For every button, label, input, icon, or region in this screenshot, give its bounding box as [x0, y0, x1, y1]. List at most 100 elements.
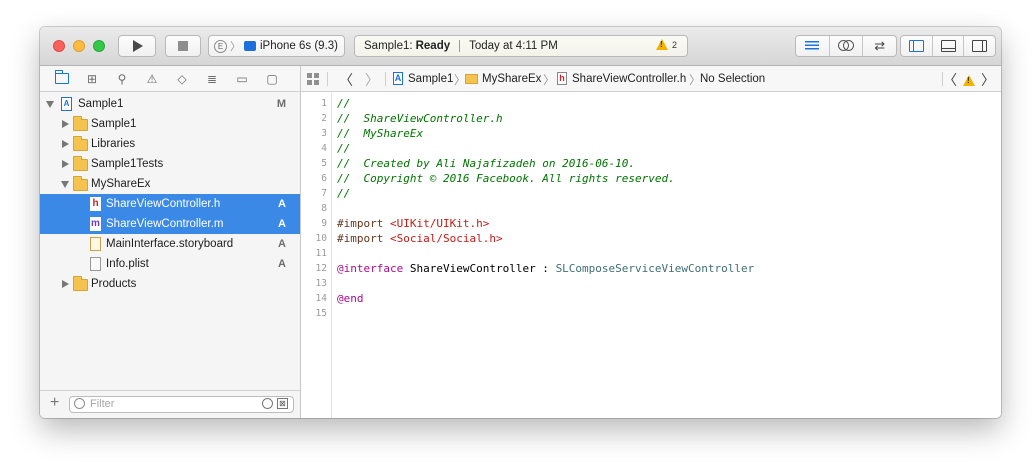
code-line[interactable]: 11 [301, 246, 1001, 261]
device-icon [244, 41, 256, 51]
previous-issue-icon[interactable]: 〈 [943, 70, 957, 90]
code-line[interactable]: 4 // [301, 141, 1001, 156]
disclosure-closed-icon[interactable] [62, 119, 69, 128]
warnings-indicator[interactable]: 2 [655, 39, 677, 50]
line-number: 15 [315, 308, 327, 319]
breadcrumb-symbol[interactable]: No Selection [700, 72, 765, 86]
toggle-navigator-button[interactable] [901, 36, 933, 56]
code-line[interactable]: 1 // [301, 96, 1001, 111]
tree-row-folder[interactable]: Libraries [40, 134, 300, 154]
tab-report-navigator[interactable]: ▢ [262, 70, 282, 88]
related-items-icon[interactable] [307, 73, 319, 85]
code-line[interactable]: 13 [301, 276, 1001, 291]
next-issue-icon[interactable]: 〉 [981, 70, 995, 90]
tree-row-folder[interactable]: MyShareEx [40, 174, 300, 194]
file-tree: A Sample1 M Sample1 Libraries Sample1Tes… [40, 94, 300, 294]
standard-editor-button[interactable] [796, 36, 830, 56]
disclosure-closed-icon[interactable] [62, 159, 69, 168]
tab-project-navigator[interactable] [52, 70, 72, 88]
jump-bar-divider [385, 72, 386, 86]
breadcrumb-group[interactable]: MyShareEx [482, 72, 541, 86]
tab-symbol-navigator[interactable]: ⊞ [82, 70, 102, 88]
code-line[interactable]: 10 #import <Social/Social.h> [301, 231, 1001, 246]
status-project: Sample1: [364, 40, 413, 52]
minimize-window-button[interactable] [73, 40, 85, 52]
folder-icon [465, 74, 478, 84]
xcode-window: E 〉 iPhone 6s (9.3) Sample1: Ready Today… [40, 27, 1001, 418]
code-text: #import <UIKit/UIKit.h> [337, 216, 489, 231]
diamond-icon: ◇ [177, 71, 187, 86]
tab-find-navigator[interactable]: ⚲ [112, 70, 132, 88]
code-line[interactable]: 7 // [301, 186, 1001, 201]
code-text: // [337, 141, 350, 156]
tab-breakpoint-navigator[interactable]: ▭ [232, 70, 252, 88]
line-number: 6 [321, 173, 327, 184]
scm-status-badge: A [278, 258, 286, 270]
close-window-button[interactable] [53, 40, 65, 52]
breakpoint-icon: ▭ [236, 71, 248, 86]
code-token: <UIKit/UIKit.h> [389, 217, 490, 230]
folder-icon [73, 176, 88, 191]
tree-row-folder[interactable]: Products [40, 274, 300, 294]
line-number: 9 [321, 218, 327, 229]
left-panel-icon [908, 40, 924, 52]
code-line[interactable]: 9 #import <UIKit/UIKit.h> [301, 216, 1001, 231]
code-line[interactable]: 5 // Created by Ali Najafizadeh on 2016-0… [301, 156, 1001, 171]
filter-input[interactable]: Filter ⊠ [69, 396, 294, 413]
run-button[interactable] [118, 35, 156, 57]
back-icon[interactable]: 〈 [339, 70, 353, 90]
disclosure-closed-icon[interactable] [62, 139, 69, 148]
disclosure-open-icon[interactable] [61, 181, 69, 188]
tree-row-project[interactable]: A Sample1 M [40, 94, 300, 114]
tree-row-folder[interactable]: Sample1Tests [40, 154, 300, 174]
disclosure-open-icon[interactable] [46, 101, 54, 108]
folder-icon [73, 136, 88, 151]
assistant-editor-button[interactable] [830, 36, 864, 56]
breadcrumb-project[interactable]: Sample1 [408, 72, 453, 86]
warning-icon[interactable] [963, 74, 975, 86]
code-line[interactable]: 3 // MyShareEx [301, 126, 1001, 141]
stop-button[interactable] [165, 35, 201, 57]
line-number: 13 [315, 278, 327, 289]
bottom-panel-icon [940, 40, 956, 52]
tree-row-file-selected[interactable]: m ShareViewController.m A [40, 214, 300, 234]
code-token: SLComposeServiceViewController [555, 262, 755, 275]
disclosure-closed-icon[interactable] [62, 279, 69, 288]
tree-row-file[interactable]: MainInterface.storyboard A [40, 234, 300, 254]
toggle-utilities-button[interactable] [964, 36, 995, 56]
code-line[interactable]: 12 @interface ShareViewController : SLCom… [301, 261, 1001, 276]
tree-row-folder[interactable]: Sample1 [40, 114, 300, 134]
code-line[interactable]: 15 [301, 306, 1001, 321]
editor-mode-control: ⇄ [795, 35, 897, 57]
folder-icon [54, 70, 69, 84]
code-text: // MyShareEx [337, 126, 423, 141]
version-editor-button[interactable]: ⇄ [863, 36, 896, 56]
scm-filter-icon[interactable]: ⊠ [277, 398, 288, 409]
recent-files-icon[interactable] [262, 398, 273, 409]
navigator-tabs: ⊞ ⚲ ⚠ ◇ ≣ ▭ ▢ [40, 66, 300, 92]
toggle-debug-area-button[interactable] [933, 36, 965, 56]
code-line[interactable]: 8 [301, 201, 1001, 216]
code-token: @interface [337, 262, 404, 275]
code-line[interactable]: 6 // Copyright © 2016 Facebook. All right… [301, 171, 1001, 186]
add-icon[interactable]: + [50, 394, 59, 412]
chevron-right-icon: 〉 [230, 41, 241, 53]
line-number: 2 [321, 113, 327, 124]
forward-icon[interactable]: 〉 [365, 70, 379, 90]
code-area[interactable]: 1 // 2 // ShareViewController.h 3 // MyShareE… [301, 93, 1001, 418]
zoom-window-button[interactable] [93, 40, 105, 52]
tab-test-navigator[interactable]: ◇ [172, 70, 192, 88]
filter-icon [74, 398, 85, 409]
tab-debug-navigator[interactable]: ≣ [202, 70, 222, 88]
scm-status-badge: A [278, 218, 286, 230]
scheme-selector[interactable]: E 〉 iPhone 6s (9.3) [208, 35, 345, 57]
scheme-icon: E [214, 39, 227, 53]
activity-status: Sample1: Ready Today at 4:11 PM 2 [354, 35, 688, 57]
code-line[interactable]: 14 @end [301, 291, 1001, 306]
tree-row-label: Sample1 [91, 118, 137, 130]
breadcrumb-file[interactable]: ShareViewController.h [572, 72, 686, 86]
tree-row-file[interactable]: Info.plist A [40, 254, 300, 274]
tree-row-file-selected[interactable]: h ShareViewController.h A [40, 194, 300, 214]
code-line[interactable]: 2 // ShareViewController.h [301, 111, 1001, 126]
tab-issue-navigator[interactable]: ⚠ [142, 70, 162, 88]
